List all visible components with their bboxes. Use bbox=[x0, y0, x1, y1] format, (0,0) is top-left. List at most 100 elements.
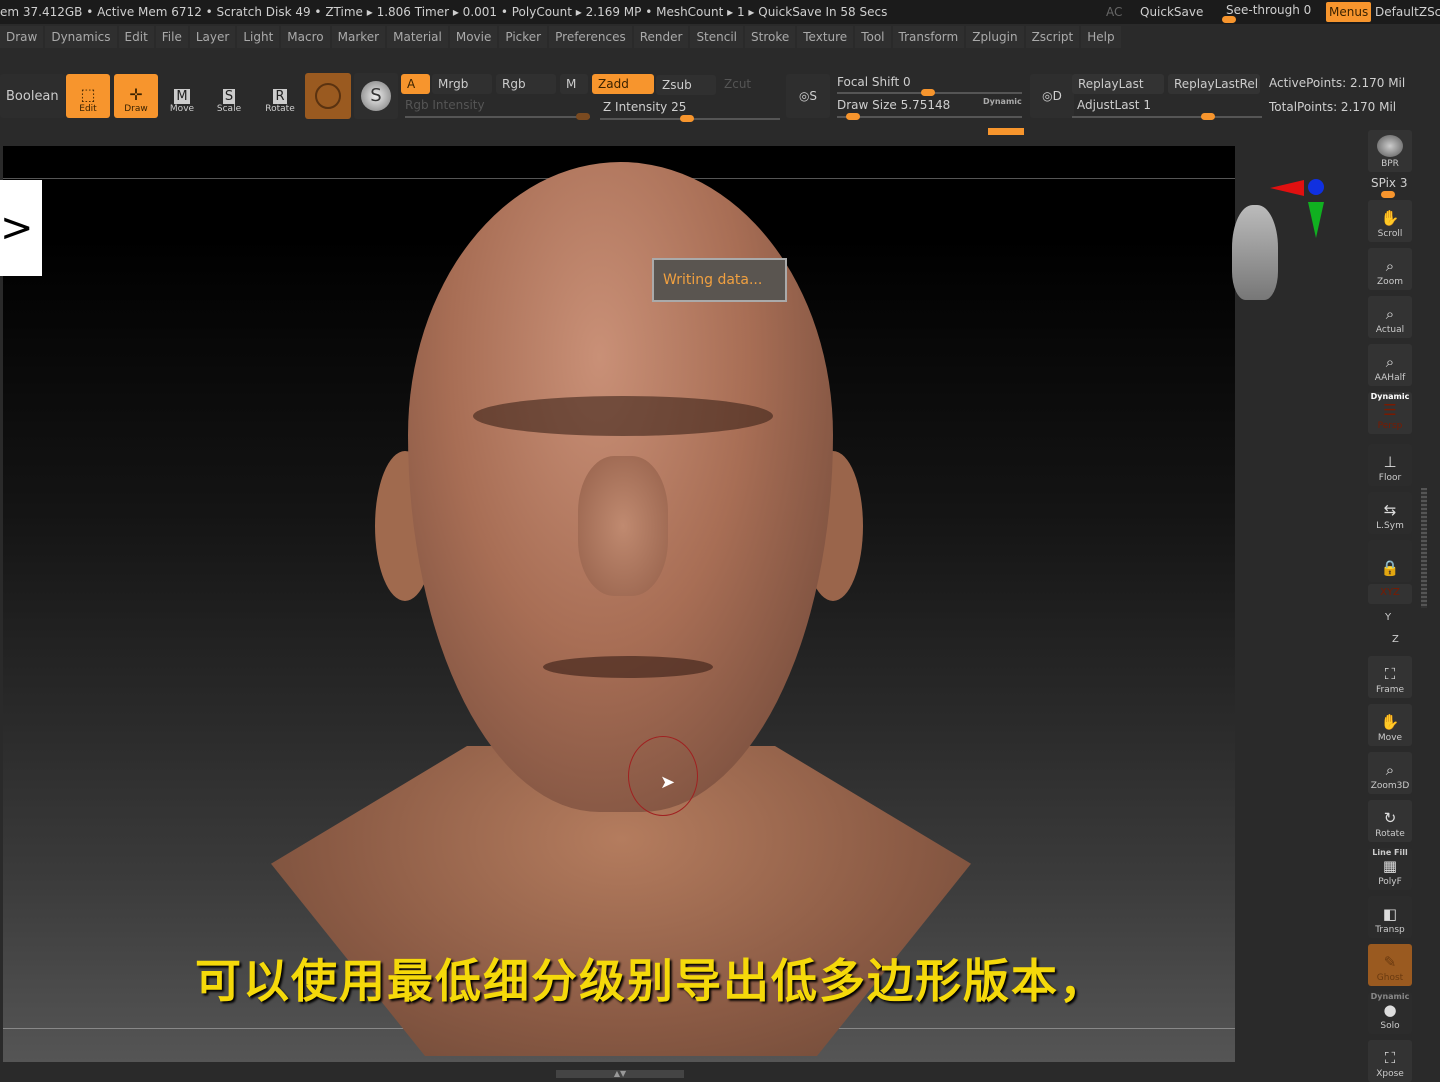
menu-file[interactable]: File bbox=[155, 26, 188, 48]
scale-button[interactable]: S Scale bbox=[207, 74, 251, 118]
stroke-d-button[interactable]: ◎D bbox=[1030, 74, 1074, 118]
aahalf-button[interactable]: ⌕ AAHalf bbox=[1368, 344, 1412, 386]
dynamic-toggle[interactable]: Dynamic bbox=[983, 97, 1022, 106]
zoom3d-button[interactable]: ⌕ Zoom3D bbox=[1368, 752, 1412, 794]
a-button[interactable]: A bbox=[401, 74, 430, 94]
stroke-s-button[interactable]: ◎S bbox=[786, 74, 830, 118]
transp-button[interactable]: ◧ Transp bbox=[1368, 896, 1412, 938]
aahalf-label: AAHalf bbox=[1374, 373, 1406, 383]
menu-picker[interactable]: Picker bbox=[499, 26, 548, 48]
menu-dynamics[interactable]: Dynamics bbox=[45, 26, 117, 48]
menu-zscript[interactable]: Zscript bbox=[1025, 26, 1080, 48]
rotate-xyz-button[interactable]: XYZ bbox=[1368, 584, 1412, 604]
menu-light[interactable]: Light bbox=[237, 26, 280, 48]
boolean-button[interactable]: Boolean bbox=[0, 74, 65, 118]
ghost-icon: ✎ bbox=[1383, 953, 1397, 971]
rotate-view-button[interactable]: ↻ Rotate bbox=[1368, 800, 1412, 842]
polyf-button[interactable]: Line Fill ▦ PolyF bbox=[1368, 848, 1412, 890]
menu-stencil[interactable]: Stencil bbox=[690, 26, 744, 48]
xpose-icon: ⛶ bbox=[1384, 1049, 1396, 1067]
edit-icon: ⬚ bbox=[80, 85, 96, 104]
see-through-slider[interactable]: See-through 0 bbox=[1226, 0, 1311, 20]
scroll-label: Scroll bbox=[1377, 229, 1403, 239]
draw-button[interactable]: ✛ Draw bbox=[114, 74, 158, 118]
mrgb-button[interactable]: Mrgb bbox=[432, 74, 492, 94]
replay-last-button[interactable]: ReplayLast bbox=[1072, 74, 1164, 94]
material-button[interactable] bbox=[305, 73, 351, 119]
solo-button[interactable]: Dynamic ● Solo bbox=[1368, 992, 1412, 1034]
menu-tool[interactable]: Tool bbox=[855, 26, 891, 48]
replay-last-rel-label: ReplayLastRel bbox=[1174, 77, 1259, 91]
xpose-label: Xpose bbox=[1376, 1069, 1404, 1079]
rgb-intensity-slider[interactable] bbox=[405, 116, 590, 118]
rgb-intensity-knob[interactable] bbox=[576, 113, 590, 120]
menu-transform[interactable]: Transform bbox=[892, 26, 965, 48]
focal-shift-knob[interactable] bbox=[921, 89, 935, 96]
menu-preferences[interactable]: Preferences bbox=[549, 26, 632, 48]
zsub-label: Zsub bbox=[662, 78, 692, 92]
menu-stroke[interactable]: Stroke bbox=[745, 26, 796, 48]
spix-slider-knob[interactable] bbox=[1381, 191, 1395, 198]
model-brows bbox=[473, 396, 773, 436]
rgb-button[interactable]: Rgb bbox=[496, 74, 556, 94]
bpr-button[interactable]: BPR bbox=[1368, 130, 1412, 172]
polyf-label: PolyF bbox=[1378, 877, 1402, 887]
menu-edit[interactable]: Edit bbox=[118, 26, 154, 48]
spix-label: SPix 3 bbox=[1371, 176, 1408, 190]
adjust-last-knob[interactable] bbox=[1201, 113, 1215, 120]
zsub-button[interactable]: Zsub bbox=[656, 75, 716, 95]
menu-texture[interactable]: Texture bbox=[797, 26, 854, 48]
m-button[interactable]: M bbox=[560, 74, 588, 94]
camera-lock-button[interactable]: 🔒 bbox=[1368, 540, 1412, 582]
rgb-label: Rgb bbox=[502, 77, 526, 91]
bottom-shelf-handle[interactable]: ▲▼ bbox=[556, 1070, 684, 1078]
menu-draw[interactable]: Draw bbox=[0, 26, 44, 48]
draw-size-knob[interactable] bbox=[846, 113, 860, 120]
actual-button[interactable]: ⌕ Actual bbox=[1368, 296, 1412, 338]
tab-indicator[interactable] bbox=[988, 128, 1024, 135]
draw-icon: ✛ bbox=[129, 85, 143, 104]
replay-last-rel-button[interactable]: ReplayLastRel bbox=[1168, 74, 1260, 94]
see-through-knob[interactable] bbox=[1222, 16, 1236, 23]
menu-macro[interactable]: Macro bbox=[281, 26, 330, 48]
menu-render[interactable]: Render bbox=[633, 26, 689, 48]
menu-movie[interactable]: Movie bbox=[449, 26, 498, 48]
move-button[interactable]: M Move bbox=[160, 74, 204, 118]
material-sphere-icon bbox=[315, 83, 341, 109]
menus-button[interactable]: Menus bbox=[1326, 2, 1372, 22]
canvas-viewport[interactable]: ➤ Writing data... bbox=[3, 146, 1235, 1062]
menu-layer[interactable]: Layer bbox=[189, 26, 236, 48]
xpose-button[interactable]: ⛶ Xpose bbox=[1368, 1040, 1412, 1082]
z-intensity-knob[interactable] bbox=[680, 115, 694, 122]
ac-button[interactable]: AC bbox=[1106, 0, 1122, 24]
scroll-button[interactable]: ✋ Scroll bbox=[1368, 200, 1412, 242]
adjust-last-slider[interactable] bbox=[1072, 116, 1262, 118]
zadd-button[interactable]: Zadd bbox=[592, 74, 654, 94]
rotate-z-button[interactable]: Z bbox=[1392, 634, 1399, 645]
zoom-button[interactable]: ⌕ Zoom bbox=[1368, 248, 1412, 290]
menu-help[interactable]: Help bbox=[1081, 26, 1121, 48]
zcut-button[interactable]: Zcut bbox=[718, 74, 757, 94]
brush-button[interactable]: S bbox=[354, 73, 398, 119]
draw-size-slider[interactable] bbox=[837, 116, 1022, 118]
lsym-button[interactable]: ⇆ L.Sym bbox=[1368, 492, 1412, 534]
bpr-label: BPR bbox=[1381, 159, 1399, 169]
quicksave-button[interactable]: QuickSave bbox=[1140, 0, 1203, 24]
menu-zplugin[interactable]: Zplugin bbox=[966, 26, 1024, 48]
frame-button[interactable]: ⛶ Frame bbox=[1368, 656, 1412, 698]
menu-marker[interactable]: Marker bbox=[331, 26, 386, 48]
white-panel: > bbox=[0, 180, 42, 276]
replay-last-label: ReplayLast bbox=[1078, 77, 1144, 91]
rotate-button[interactable]: R Rotate bbox=[258, 74, 302, 118]
navigation-head-gizmo[interactable] bbox=[1232, 205, 1278, 300]
right-shelf-scrollbar[interactable] bbox=[1421, 488, 1427, 608]
zcut-label: Zcut bbox=[724, 77, 752, 91]
ghost-button[interactable]: ✎ Ghost bbox=[1368, 944, 1412, 986]
rotate-y-button[interactable]: Y bbox=[1385, 612, 1391, 623]
default-zscript-button[interactable]: DefaultZScri bbox=[1375, 0, 1440, 24]
floor-button[interactable]: ⊥ Floor bbox=[1368, 444, 1412, 486]
menu-material[interactable]: Material bbox=[387, 26, 448, 48]
move-view-button[interactable]: ✋ Move bbox=[1368, 704, 1412, 746]
edit-button[interactable]: ⬚ Edit bbox=[66, 74, 110, 118]
persp-button[interactable]: Dynamic ☰ Persp bbox=[1368, 392, 1412, 434]
